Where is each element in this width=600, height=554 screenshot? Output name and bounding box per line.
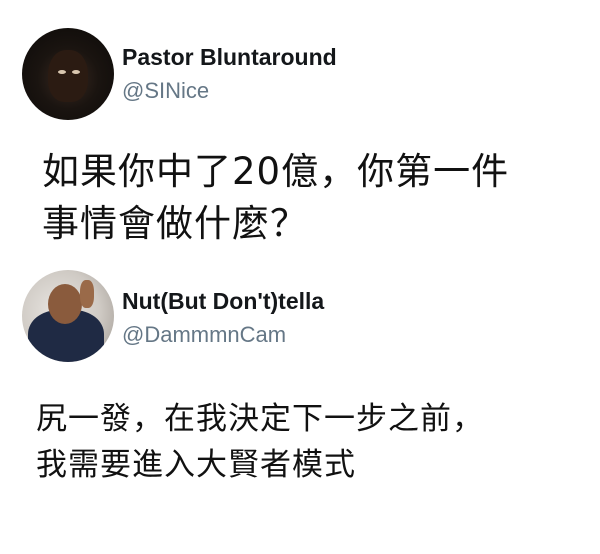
display-name[interactable]: Nut(But Don't)tella (122, 288, 324, 315)
avatar[interactable] (22, 270, 114, 362)
avatar-face (48, 50, 88, 102)
user-handle[interactable]: @DammmnCam (122, 322, 286, 348)
tweet-text: 尻一發，在我決定下一步之前， 我需要進入大賢者模式 (36, 401, 484, 483)
avatar-eye (58, 70, 66, 74)
avatar-hand (80, 280, 94, 308)
user-handle[interactable]: @SINice (122, 78, 209, 104)
avatar-head (48, 284, 82, 324)
avatar[interactable] (22, 28, 114, 120)
display-name[interactable]: Pastor Bluntaround (122, 44, 337, 71)
avatar-eye (72, 70, 80, 74)
tweet-text: 如果你中了20億，你第一件 事情會做什麼？ (42, 150, 510, 245)
